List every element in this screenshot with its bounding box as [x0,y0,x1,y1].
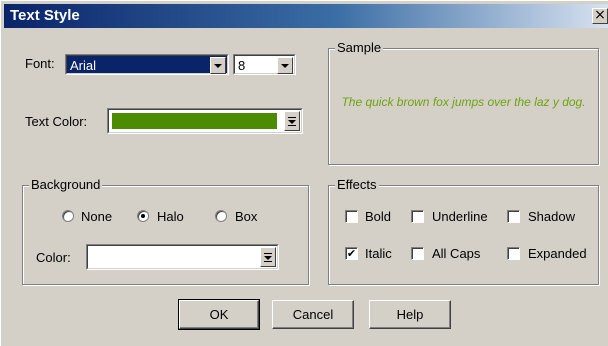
text-color-label: Text Color: [25,114,88,129]
bold-checkbox[interactable] [345,210,358,223]
underline-label[interactable]: Underline [432,209,488,224]
background-halo-radio[interactable] [137,210,149,222]
sample-legend: Sample [335,40,384,55]
background-color-swatch [91,249,253,265]
help-button[interactable]: Help [369,300,451,329]
text-color-dropdown-button[interactable] [284,111,300,131]
chevron-down-icon [214,64,222,68]
sample-group: Sample The quick brown fox jumps over th… [328,40,599,165]
title-bar[interactable]: Text Style × [4,4,608,28]
text-color-picker[interactable] [107,108,303,134]
ok-button[interactable]: OK [178,299,260,330]
ok-button-label: OK [209,307,229,322]
close-button[interactable]: × [592,8,608,24]
shadow-label[interactable]: Shadow [528,209,575,224]
underline-checkbox[interactable] [411,210,424,223]
font-family-select[interactable]: Arial [65,54,229,75]
effects-group: Effects [328,177,599,285]
effects-legend: Effects [335,177,379,192]
background-box-label[interactable]: Box [235,209,257,224]
all-caps-label[interactable]: All Caps [432,246,480,261]
background-color-dropdown-button[interactable] [260,247,276,267]
font-size-select[interactable]: 8 [233,54,296,75]
help-button-label: Help [396,307,424,322]
background-none-label[interactable]: None [81,209,112,224]
checkmark-icon: ✔ [346,247,357,260]
color-dropdown-icon [288,117,296,126]
shadow-checkbox[interactable] [507,210,520,223]
background-color-label: Color: [36,250,71,265]
font-size-dropdown-button[interactable] [277,57,293,74]
background-color-picker[interactable] [86,244,279,270]
background-none-radio[interactable] [62,210,74,222]
all-caps-checkbox[interactable] [411,247,424,260]
bold-label[interactable]: Bold [365,209,391,224]
color-dropdown-icon [264,253,272,262]
cancel-button[interactable]: Cancel [272,300,354,329]
font-family-dropdown-button[interactable] [210,57,226,74]
italic-label[interactable]: Italic [365,246,392,261]
close-icon: × [594,7,606,23]
font-label: Font: [25,56,55,71]
background-box-radio[interactable] [215,210,227,222]
window-title: Text Style [10,7,80,24]
text-color-swatch [112,113,277,129]
background-group: Background [22,177,309,285]
cancel-button-label: Cancel [292,307,334,322]
chevron-down-icon [281,64,289,68]
background-halo-label[interactable]: Halo [157,209,184,224]
font-size-value: 8 [238,58,246,73]
sample-text: The quick brown fox jumps over the laz y… [341,95,586,109]
text-style-dialog: Text Style × Font: Arial 8 Text Color: S… [0,0,608,346]
italic-checkbox[interactable]: ✔ [345,247,358,260]
background-legend: Background [29,177,103,192]
font-family-value: Arial [70,58,97,73]
expanded-label[interactable]: Expanded [528,246,587,261]
expanded-checkbox[interactable] [507,247,520,260]
